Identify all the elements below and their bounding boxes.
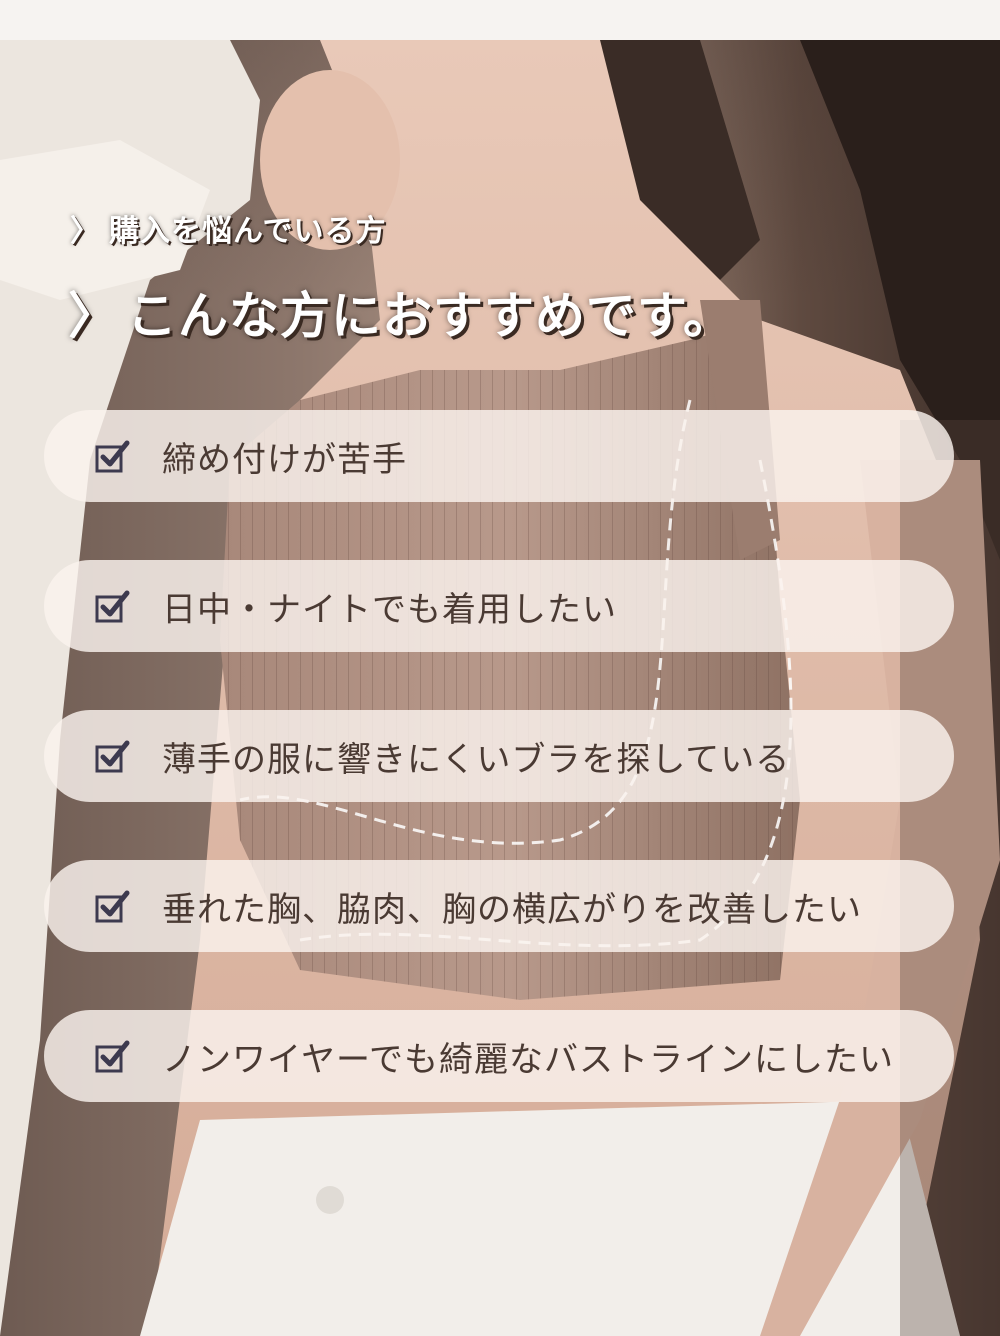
chevron-right-icon: 〉 bbox=[70, 214, 101, 249]
checklist-item: 締め付けが苦手 bbox=[44, 410, 954, 502]
checklist-item: 日中・ナイトでも着用したい bbox=[44, 560, 954, 652]
checklist-item-label: 垂れた胸、脇肉、胸の横広がりを改善したい bbox=[162, 889, 862, 930]
checklist-item: 垂れた胸、脇肉、胸の横広がりを改善したい bbox=[44, 860, 954, 952]
checklist-item-label: ノンワイヤーでも綺麗なバストラインにしたい bbox=[162, 1039, 894, 1080]
checklist-item-label: 薄手の服に響きにくいブラを探している bbox=[162, 739, 791, 780]
headline: 〉こんな方におすすめです。 bbox=[68, 276, 734, 348]
checklist-item-label: 日中・ナイトでも着用したい bbox=[162, 589, 617, 630]
checklist-item: ノンワイヤーでも綺麗なバストラインにしたい bbox=[44, 1010, 954, 1102]
headline-text: こんな方におすすめです。 bbox=[127, 287, 734, 345]
checkbox-checked-icon bbox=[95, 740, 130, 773]
chevron-right-icon: 〉 bbox=[68, 287, 119, 345]
checklist-item: 薄手の服に響きにくいブラを探している bbox=[44, 710, 954, 802]
recommendation-banner: 〉購入を悩んでいる方 〉こんな方におすすめです。 締め付けが苦手 日中・ナイトで… bbox=[0, 0, 1000, 1336]
checkbox-checked-icon bbox=[95, 440, 130, 473]
checkbox-checked-icon bbox=[95, 890, 130, 923]
checkbox-checked-icon bbox=[95, 590, 130, 623]
checklist-item-label: 締め付けが苦手 bbox=[162, 439, 407, 480]
subtitle: 〉購入を悩んでいる方 bbox=[70, 206, 387, 250]
subtitle-text: 購入を悩んでいる方 bbox=[109, 214, 387, 249]
top-band bbox=[0, 0, 1000, 40]
checkbox-checked-icon bbox=[95, 1040, 130, 1073]
